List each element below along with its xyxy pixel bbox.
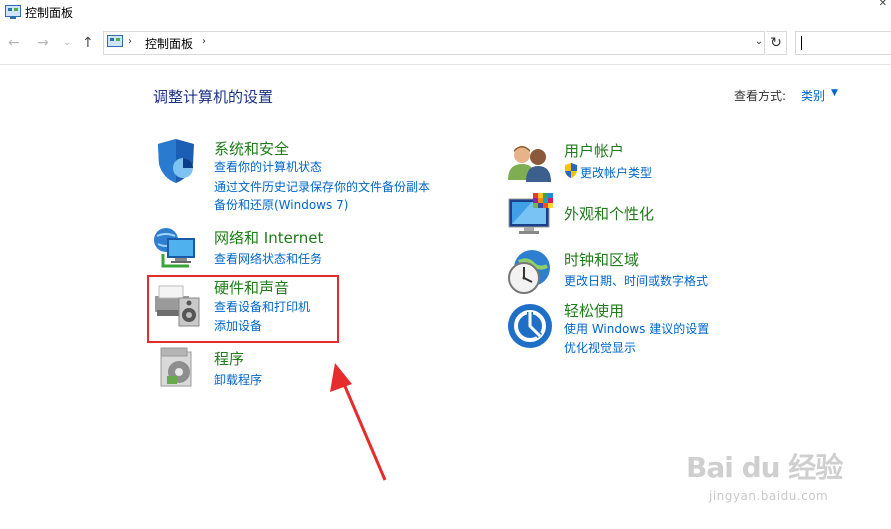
watermark-url: jingyan.baidu.com <box>709 489 829 503</box>
watermark-logo: Bai du 经验 <box>686 451 843 484</box>
